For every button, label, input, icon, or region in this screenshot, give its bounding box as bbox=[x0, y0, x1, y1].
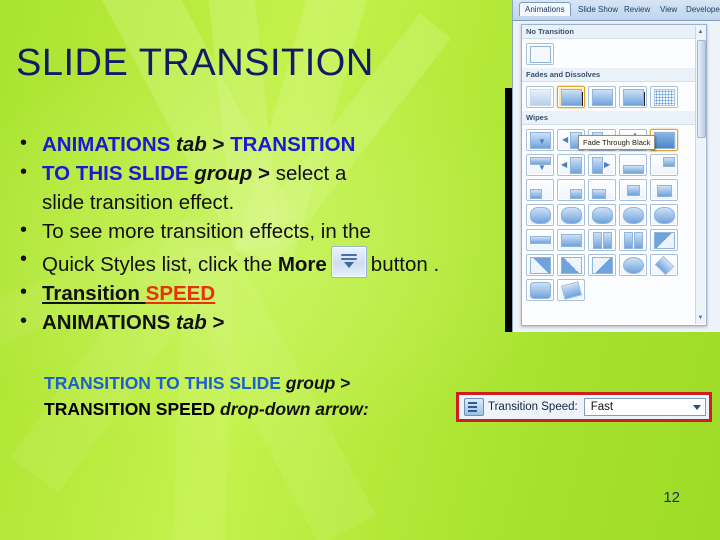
bullet-7-part-2: tab bbox=[170, 311, 207, 334]
list-item: Quick Styles list, click the More button … bbox=[6, 245, 526, 279]
presentation-slide: A F C M SLIDE TRANSITION ANIMATIONS tab … bbox=[0, 0, 720, 540]
bullet-6-part-1: Transition bbox=[42, 282, 146, 305]
list-item: Transition SPEED bbox=[6, 278, 526, 308]
transition-speed-dropdown[interactable]: Fast bbox=[583, 398, 706, 416]
tab-review[interactable]: Review bbox=[619, 3, 655, 16]
list-item: ANIMATIONS tab > TRANSITION bbox=[6, 129, 526, 159]
transition-tile[interactable]: ▶ bbox=[588, 154, 616, 176]
bullet-5-part-2: More bbox=[277, 253, 327, 276]
transition-tile[interactable] bbox=[650, 86, 678, 108]
group-tiles-wipes: ▼ ◀ ▶ ▲ ▼ ◀ ▶ bbox=[522, 125, 706, 304]
powerpoint-ribbon-screenshot: Animations Slide Show Review View Develo… bbox=[512, 0, 720, 332]
bullet-1-part-4: TRANSITION bbox=[230, 133, 356, 156]
bullet-2-part-4: select a bbox=[275, 162, 347, 185]
transition-tile[interactable] bbox=[526, 229, 554, 251]
transition-tile[interactable] bbox=[650, 204, 678, 226]
bullet-7-part-3: > bbox=[206, 311, 225, 334]
page-title: SLIDE TRANSITION bbox=[16, 42, 374, 84]
transition-speed-icon bbox=[464, 398, 484, 416]
page-number: 12 bbox=[663, 489, 680, 506]
bullet-4-text: To see more transition effects, in the bbox=[42, 220, 371, 243]
tab-slide-show[interactable]: Slide Show bbox=[573, 3, 623, 16]
transition-tile[interactable] bbox=[619, 229, 647, 251]
transition-tile[interactable] bbox=[650, 154, 678, 176]
bullet-list: ANIMATIONS tab > TRANSITION TO THIS SLID… bbox=[6, 129, 526, 337]
transition-tile[interactable] bbox=[526, 254, 554, 276]
transition-tile[interactable] bbox=[588, 179, 616, 201]
transition-tile[interactable] bbox=[557, 229, 585, 251]
transition-tile[interactable] bbox=[526, 43, 554, 65]
bullet-1-part-3: > bbox=[206, 133, 231, 156]
transition-speed-control[interactable]: Transition Speed: Fast bbox=[456, 392, 712, 422]
transition-tile[interactable] bbox=[526, 204, 554, 226]
group-label-wipes: Wipes bbox=[522, 111, 706, 125]
sub-line-1: TRANSITION TO THIS SLIDE group > bbox=[44, 370, 369, 396]
gallery-scrollbar[interactable]: ▲ ▼ bbox=[695, 26, 706, 324]
sub-1-part-1: TRANSITION TO THIS SLIDE bbox=[44, 373, 281, 393]
tab-developer[interactable]: Developer bbox=[681, 3, 720, 16]
bullet-3-text: slide transition effect. bbox=[42, 191, 235, 214]
transition-tile[interactable] bbox=[588, 204, 616, 226]
transition-tile[interactable] bbox=[526, 86, 554, 108]
transition-tile[interactable] bbox=[588, 229, 616, 251]
transition-tile[interactable] bbox=[619, 179, 647, 201]
bullet-1-part-1: ANIMATIONS bbox=[42, 133, 171, 156]
bullet-7-part-1: ANIMATIONS bbox=[42, 311, 171, 334]
transition-tile[interactable] bbox=[557, 204, 585, 226]
transition-tile[interactable]: ◀ bbox=[557, 154, 585, 176]
transition-tile[interactable]: ▼ bbox=[526, 154, 554, 176]
transition-tile[interactable] bbox=[588, 254, 616, 276]
bullet-6-part-2: SPEED bbox=[145, 282, 216, 305]
ribbon-tab-bar: Animations Slide Show Review View Develo… bbox=[513, 0, 720, 21]
scroll-down-arrow[interactable]: ▼ bbox=[697, 314, 704, 322]
tab-animations[interactable]: Animations bbox=[519, 2, 571, 16]
bullet-1-part-2: tab bbox=[170, 133, 207, 156]
scroll-thumb[interactable] bbox=[697, 40, 706, 138]
transition-tile[interactable] bbox=[619, 86, 647, 108]
list-item: ANIMATIONS tab > bbox=[6, 307, 526, 337]
group-tiles-fades bbox=[522, 82, 706, 111]
transition-tile[interactable] bbox=[650, 229, 678, 251]
list-item: To see more transition effects, in the bbox=[6, 216, 526, 246]
sub-line-2: TRANSITION SPEED drop-down arrow: bbox=[44, 396, 369, 422]
group-label-fades: Fades and Dissolves bbox=[522, 68, 706, 82]
transition-speed-value: Fast bbox=[590, 401, 614, 413]
transition-tile[interactable] bbox=[557, 254, 585, 276]
transition-gallery[interactable]: No Transition Fades and Dissolves Wipes … bbox=[521, 24, 707, 326]
gallery-tooltip: Fade Through Black bbox=[578, 135, 656, 150]
transition-tile-selected[interactable] bbox=[557, 86, 585, 108]
transition-tile[interactable] bbox=[650, 179, 678, 201]
chevron-down-icon[interactable] bbox=[693, 404, 701, 410]
sub-1-part-2: group bbox=[280, 373, 336, 393]
transition-tile[interactable] bbox=[619, 154, 647, 176]
transition-tile[interactable] bbox=[650, 254, 678, 276]
group-tiles-no-transition bbox=[522, 39, 706, 68]
bullet-5-part-1: Quick Styles list, click the bbox=[42, 253, 278, 276]
transition-tile[interactable] bbox=[619, 204, 647, 226]
scroll-up-arrow[interactable]: ▲ bbox=[697, 28, 704, 36]
transition-tile[interactable] bbox=[588, 86, 616, 108]
group-label-no-transition: No Transition bbox=[522, 25, 706, 39]
list-item: TO THIS SLIDE group > select a bbox=[6, 158, 526, 188]
transition-tile[interactable] bbox=[526, 179, 554, 201]
transition-speed-label: Transition Speed: bbox=[488, 401, 578, 413]
sub-2-part-2: drop-down arrow: bbox=[215, 399, 369, 419]
transition-tile[interactable] bbox=[557, 179, 585, 201]
transition-tile[interactable] bbox=[557, 279, 585, 301]
bullet-2-part-3: > bbox=[252, 162, 276, 185]
bullet-2-part-1: TO THIS SLIDE bbox=[42, 162, 189, 185]
transition-tile[interactable] bbox=[526, 279, 554, 301]
sub-1-part-3: > bbox=[335, 373, 351, 393]
transition-tile[interactable] bbox=[619, 254, 647, 276]
more-button-icon[interactable] bbox=[330, 246, 367, 278]
tab-view[interactable]: View bbox=[655, 3, 682, 16]
sub-2-part-1: TRANSITION SPEED bbox=[44, 399, 216, 419]
sub-text-block: TRANSITION TO THIS SLIDE group > TRANSIT… bbox=[44, 370, 369, 422]
list-item-continuation: slide transition effect. bbox=[6, 188, 526, 217]
bullet-2-part-2: group bbox=[188, 162, 253, 185]
transition-tile[interactable]: ▼ bbox=[526, 129, 554, 151]
bullet-5-part-3: button . bbox=[370, 253, 440, 276]
